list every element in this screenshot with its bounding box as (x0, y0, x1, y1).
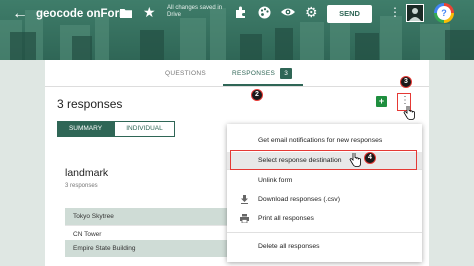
responses-title: 3 responses (57, 97, 123, 111)
more-vert-icon[interactable]: ⋮ (389, 5, 401, 19)
form-title[interactable]: geocode onForm: (36, 8, 133, 20)
avatar[interactable] (406, 4, 424, 22)
download-icon (241, 195, 248, 204)
addon-icon[interactable] (235, 6, 247, 18)
step-marker-2: 2 (251, 89, 263, 101)
step-marker-4: 4 (364, 152, 376, 164)
menu-item-email-notifications[interactable]: Get email notifications for new response… (227, 132, 422, 149)
menu-divider (227, 232, 422, 233)
menu-item-label: Delete all responses (258, 243, 320, 250)
send-button[interactable]: SEND (327, 5, 372, 23)
answer-row: Empire State Building (65, 240, 229, 257)
individual-tab-button[interactable]: INDIVIDUAL (114, 121, 175, 137)
responses-count-badge: 3 (280, 68, 292, 79)
menu-item-label: Get email notifications for new response… (258, 137, 383, 144)
print-icon (240, 214, 249, 223)
help-icon[interactable]: ? (434, 3, 454, 23)
gear-icon[interactable]: ⚙ (305, 4, 318, 21)
question-response-count: 3 responses (65, 183, 98, 189)
destination-highlight-box (230, 150, 417, 170)
back-arrow-icon[interactable]: ← (12, 6, 28, 22)
question-title: landmark (65, 167, 109, 179)
menu-item-label: Download responses (.csv) (258, 196, 340, 203)
step-marker-3: 3 (400, 76, 412, 88)
sheets-icon[interactable]: + (376, 96, 387, 107)
menu-item-unlink-form[interactable]: Unlink form (227, 172, 422, 189)
star-icon[interactable]: ★ (143, 4, 156, 21)
palette-icon[interactable] (258, 6, 271, 19)
tab-questions[interactable]: QUESTIONS (165, 70, 206, 77)
menu-item-delete-responses[interactable]: Delete all responses (227, 238, 422, 255)
response-options-menu: Get email notifications for new response… (227, 124, 422, 262)
hand-cursor-icon (349, 153, 361, 167)
hand-cursor-icon (403, 106, 415, 120)
folder-icon[interactable] (120, 8, 132, 18)
menu-item-print-responses[interactable]: Print all responses (227, 210, 422, 227)
tab-divider (45, 86, 429, 87)
eye-icon[interactable] (281, 7, 295, 17)
menu-item-label: Print all responses (258, 215, 314, 222)
answer-row: Tokyo Skytree (65, 208, 229, 225)
tab-responses[interactable]: RESPONSES (232, 70, 275, 77)
more-options-icon[interactable]: ⋮ (400, 95, 410, 106)
save-status-text: All changes saved in Drive (167, 5, 223, 18)
menu-item-label: Unlink form (258, 177, 293, 184)
menu-item-download-csv[interactable]: Download responses (.csv) (227, 191, 422, 208)
summary-tab-button[interactable]: SUMMARY (57, 121, 114, 137)
form-header: ← geocode onForm: ★ All changes saved in… (0, 0, 474, 60)
